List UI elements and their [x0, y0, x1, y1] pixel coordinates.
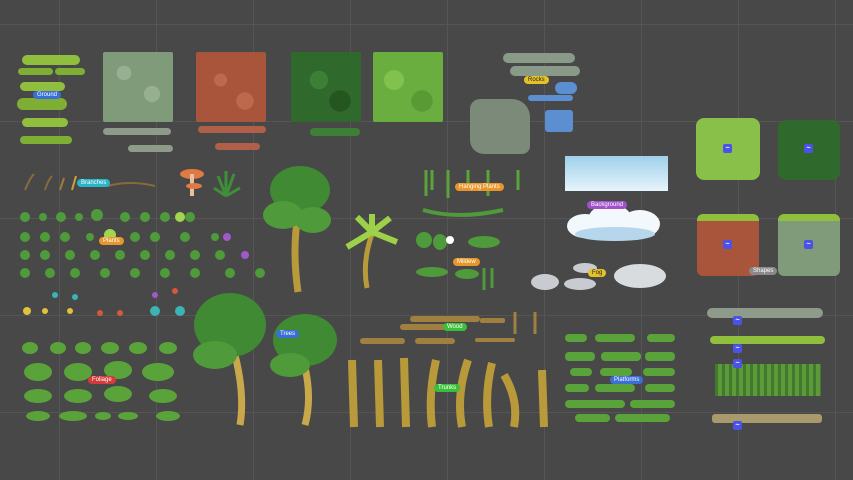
ground-ledge[interactable]: [20, 82, 65, 91]
rock-slab[interactable]: [503, 53, 575, 63]
trunk-sprites[interactable]: [344, 355, 559, 430]
ground-label: Ground: [33, 91, 62, 99]
ground-ledge[interactable]: [18, 68, 53, 75]
sky-gradient-sprite[interactable]: [565, 156, 668, 191]
ground-ledge[interactable]: [22, 118, 68, 127]
dirt-ledge[interactable]: [198, 126, 266, 133]
mushroom-fern-sprites[interactable]: [178, 166, 248, 206]
foliage-label: Foliage: [88, 376, 116, 384]
trees-label: Trees: [276, 330, 300, 338]
palm-sprite[interactable]: [342, 212, 402, 290]
shapes-label: Shapes: [749, 267, 778, 275]
moss-ledge[interactable]: [310, 128, 360, 136]
sprite-shape-icon[interactable]: ~: [733, 421, 742, 430]
trunks-label: Trunks: [434, 384, 461, 392]
dirt-texture-tile[interactable]: [196, 52, 266, 122]
hanging-plants-label: Hanging Plants: [455, 183, 504, 191]
stone-ledge[interactable]: [128, 145, 173, 152]
plants-label: Plants: [99, 237, 124, 245]
tree-pair-sprites[interactable]: [185, 285, 345, 430]
rocks-label: Rocks: [524, 76, 549, 84]
sprite-shape-icon[interactable]: ~: [723, 240, 732, 249]
sprite-shape-icon[interactable]: ~: [804, 240, 813, 249]
sprite-shape-icon[interactable]: ~: [804, 144, 813, 153]
blue-rock[interactable]: [545, 110, 573, 132]
tree-sprite[interactable]: [258, 160, 338, 295]
ground-ledge[interactable]: [17, 98, 67, 110]
branches-label: Branches: [77, 179, 111, 187]
stone-ledge-shape[interactable]: [707, 308, 823, 318]
fog-sprites[interactable]: [525, 260, 670, 295]
ground-ledge[interactable]: [22, 55, 80, 65]
sprite-shape-icon[interactable]: ~: [733, 344, 742, 353]
grass-ledge-shape[interactable]: [710, 336, 825, 344]
dirt-ledge[interactable]: [215, 143, 260, 150]
stone-ledge[interactable]: [103, 128, 171, 135]
stone-texture-tile[interactable]: [103, 52, 173, 122]
blue-rock[interactable]: [555, 82, 577, 94]
fog-label: Fog: [588, 269, 607, 277]
platforms-label: Platforms: [610, 376, 644, 384]
background-label: Background: [587, 201, 628, 209]
scene-view[interactable]: Ground Rocks Branches Plants Foliage Tre…: [0, 0, 853, 480]
wood-label: Wood: [443, 323, 467, 331]
ground-ledge[interactable]: [20, 136, 72, 144]
sprite-shape-icon[interactable]: ~: [733, 359, 742, 368]
sprite-shape-icon[interactable]: ~: [733, 316, 742, 325]
hanging-plant-sprites[interactable]: [418, 168, 533, 228]
mildew-label: Mildew: [453, 258, 480, 266]
vine-shape[interactable]: [715, 364, 821, 396]
wood-ledge-shape[interactable]: [712, 414, 822, 423]
rock-slab[interactable]: [510, 66, 580, 76]
ground-ledge[interactable]: [55, 68, 85, 75]
grass-texture-tile[interactable]: [373, 52, 443, 122]
dark-moss-texture-tile[interactable]: [291, 52, 361, 122]
large-boulder[interactable]: [470, 99, 530, 154]
blue-rock[interactable]: [528, 95, 573, 101]
sprite-shape-icon[interactable]: ~: [723, 144, 732, 153]
